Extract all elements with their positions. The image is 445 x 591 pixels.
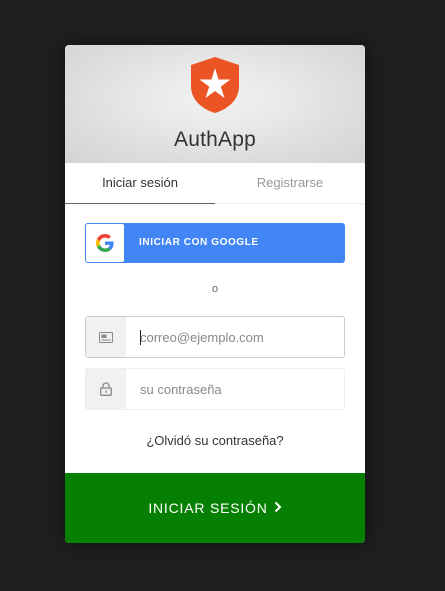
google-icon xyxy=(86,224,124,262)
text-caret xyxy=(140,330,141,345)
login-card: AuthApp Iniciar sesión Registrarse INICI… xyxy=(65,45,365,543)
google-signin-label: INICIAR CON GOOGLE xyxy=(139,237,259,248)
tab-signup[interactable]: Registrarse xyxy=(215,163,365,203)
auth-tabs: Iniciar sesión Registrarse xyxy=(65,163,365,204)
shield-star-icon xyxy=(191,57,239,113)
lock-icon xyxy=(86,369,126,409)
card-header: AuthApp xyxy=(65,45,365,163)
password-field xyxy=(85,368,345,410)
submit-label: INICIAR SESIÓN xyxy=(148,500,268,516)
divider-or: o xyxy=(211,283,219,295)
email-card-icon xyxy=(86,317,126,357)
email-input[interactable] xyxy=(126,317,338,357)
tab-login[interactable]: Iniciar sesión xyxy=(65,163,215,204)
forgot-password-link[interactable]: ¿Olvidó su contraseña? xyxy=(65,433,365,448)
google-signin-button[interactable]: INICIAR CON GOOGLE xyxy=(85,223,345,263)
email-field xyxy=(85,316,345,358)
submit-button[interactable]: INICIAR SESIÓN xyxy=(65,473,365,543)
password-input[interactable] xyxy=(126,369,338,409)
app-title: AuthApp xyxy=(174,128,256,151)
chevron-right-icon xyxy=(274,500,282,516)
